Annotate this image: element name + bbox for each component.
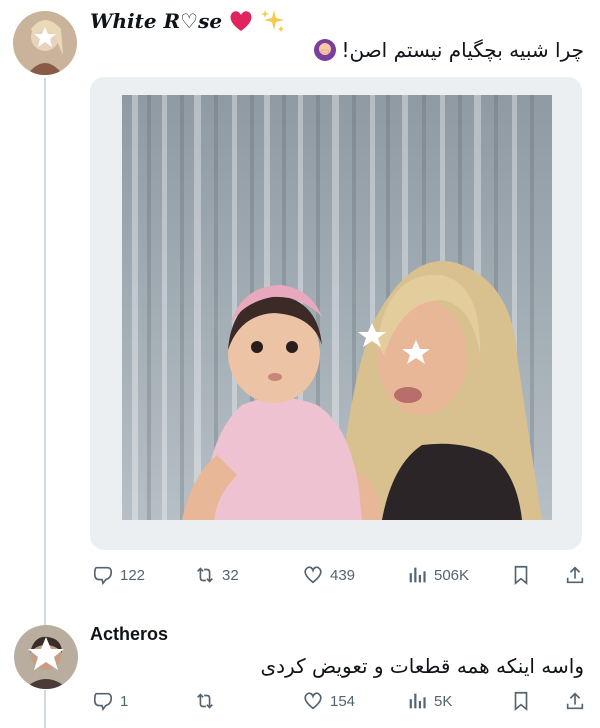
sparkles-icon <box>261 10 285 32</box>
reply-count: 1 <box>120 692 129 710</box>
tweet-photo[interactable] <box>122 95 552 520</box>
thread-connector-line <box>44 78 46 626</box>
share-upload-icon <box>566 566 584 584</box>
views-button[interactable]: 506K <box>406 564 469 586</box>
author-name[interactable]: White R♡se <box>90 9 222 33</box>
tweet2-action-bar: 1 154 5K <box>90 690 590 720</box>
heart-outline-icon <box>304 692 322 710</box>
tweet-text: واسه اینکه همه قطعات و تعویض کردی <box>260 654 584 678</box>
reply-button[interactable]: 1 <box>92 690 128 712</box>
tweet-text-content: چرا شبیه بچگیام نیستم اصن! <box>341 38 584 62</box>
avatar[interactable] <box>14 625 78 689</box>
like-button[interactable]: 439 <box>302 564 355 586</box>
repost-button[interactable]: 32 <box>194 564 239 586</box>
woman-facepalm-emoji-icon <box>314 39 337 61</box>
tweet1-action-bar: 122 32 439 506K <box>90 564 590 594</box>
repost-arrows-icon <box>197 693 213 709</box>
bookmark-icon <box>514 565 528 586</box>
reply-button[interactable]: 122 <box>92 564 145 586</box>
like-count: 154 <box>330 692 356 710</box>
bookmark-button[interactable] <box>510 564 532 586</box>
bookmark-icon <box>514 691 528 712</box>
tweet-text: چرا شبیه بچگیام نیستم اصن! <box>313 38 584 62</box>
share-button[interactable] <box>564 690 586 712</box>
like-button[interactable]: 154 <box>302 690 355 712</box>
thread-connector-line-lower <box>44 690 46 728</box>
repost-arrows-icon <box>197 567 213 583</box>
avatar[interactable] <box>13 11 77 75</box>
heart-outline-icon <box>304 566 322 584</box>
views-button[interactable]: 5K <box>406 690 452 712</box>
reply-count: 122 <box>120 566 146 584</box>
repost-button[interactable] <box>194 690 222 712</box>
views-count: 506K <box>434 566 470 584</box>
speech-bubble-icon <box>93 692 113 712</box>
bar-chart-icon <box>409 693 426 709</box>
bar-chart-icon <box>409 567 426 583</box>
speech-bubble-icon <box>93 566 113 586</box>
author-name[interactable]: Actheros <box>90 624 168 645</box>
bookmark-button[interactable] <box>510 690 532 712</box>
tweet-text-content: واسه اینکه همه قطعات و تعویض کردی <box>260 654 584 678</box>
like-count: 439 <box>330 566 356 584</box>
share-upload-icon <box>566 692 584 710</box>
red-heart-icon <box>230 11 252 31</box>
views-count: 5K <box>434 692 453 710</box>
share-button[interactable] <box>564 564 586 586</box>
author-header: White R♡se <box>90 8 286 34</box>
repost-count: 32 <box>222 566 239 584</box>
